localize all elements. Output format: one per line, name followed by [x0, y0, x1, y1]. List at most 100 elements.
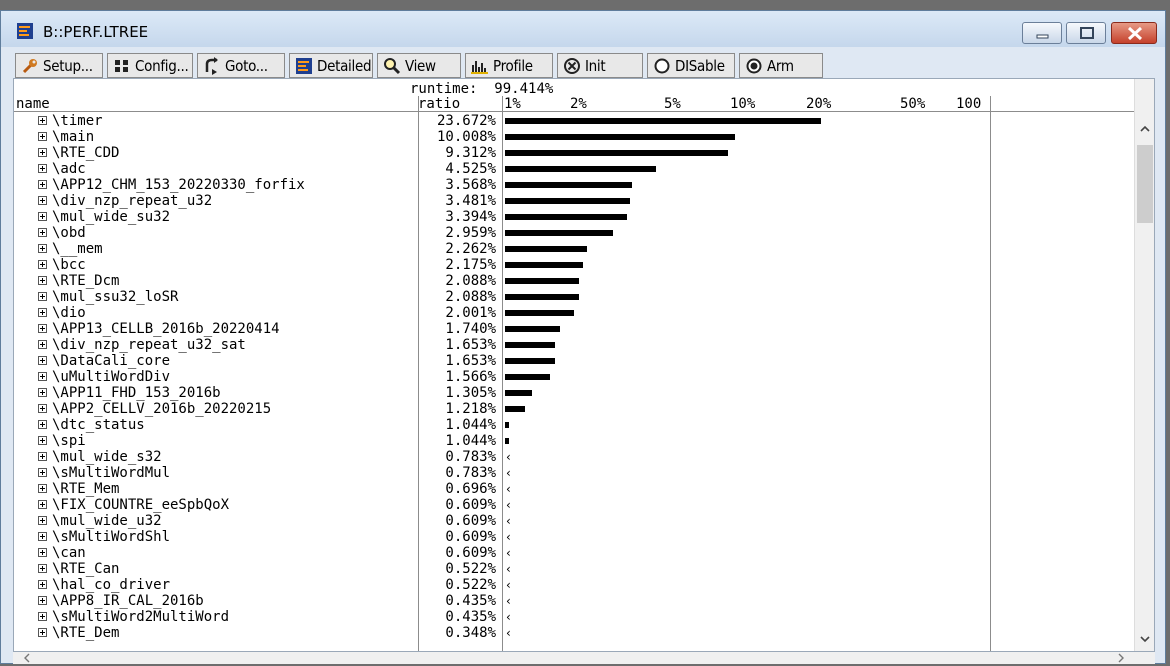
- function-row[interactable]: \APP11_FHD_153_2016b 1.305%: [14, 385, 1134, 401]
- horizontal-scrollbar[interactable]: [13, 652, 1155, 664]
- expand-plus-icon[interactable]: [38, 532, 47, 541]
- function-row[interactable]: \mul_wide_su32 3.394%: [14, 209, 1134, 225]
- ratio-bar: [505, 294, 579, 300]
- expand-plus-icon[interactable]: [38, 580, 47, 589]
- init-button[interactable]: Init: [557, 53, 643, 78]
- expand-plus-icon[interactable]: [38, 180, 47, 189]
- function-ratio: 10.008%: [436, 129, 496, 145]
- expand-plus-icon[interactable]: [38, 132, 47, 141]
- ratio-column-header[interactable]: ratio: [418, 96, 460, 112]
- function-ratio: 1.566%: [445, 369, 496, 385]
- expand-plus-icon[interactable]: [38, 612, 47, 621]
- function-row[interactable]: \mul_ssu32_loSR 2.088%: [14, 289, 1134, 305]
- expand-plus-icon[interactable]: [38, 164, 47, 173]
- expand-plus-icon[interactable]: [38, 212, 47, 221]
- function-row[interactable]: \obd 2.959%: [14, 225, 1134, 241]
- expand-plus-icon[interactable]: [38, 308, 47, 317]
- function-row[interactable]: \RTE_Can 0.522% ‹: [14, 561, 1134, 577]
- vertical-scroll-thumb[interactable]: [1137, 145, 1153, 223]
- function-ratio: 3.481%: [445, 193, 496, 209]
- expand-plus-icon[interactable]: [38, 388, 47, 397]
- expand-plus-icon[interactable]: [38, 596, 47, 605]
- ratio-bar: [505, 150, 728, 156]
- function-row[interactable]: \main 10.008%: [14, 129, 1134, 145]
- function-row[interactable]: \APP13_CELLB_2016b_20220414 1.740%: [14, 321, 1134, 337]
- function-row[interactable]: \bcc 2.175%: [14, 257, 1134, 273]
- ratio-bar: [505, 342, 556, 348]
- name-column-header[interactable]: name: [16, 96, 50, 112]
- expand-plus-icon[interactable]: [38, 260, 47, 269]
- function-row[interactable]: \__mem 2.262%: [14, 241, 1134, 257]
- expand-plus-icon[interactable]: [38, 196, 47, 205]
- function-row[interactable]: \timer 23.672%: [14, 113, 1134, 129]
- disable-button[interactable]: DISable: [647, 53, 735, 78]
- expand-plus-icon[interactable]: [38, 292, 47, 301]
- expand-plus-icon[interactable]: [38, 244, 47, 253]
- expand-plus-icon[interactable]: [38, 484, 47, 493]
- detailed-button[interactable]: Detailed: [289, 53, 373, 78]
- function-row[interactable]: \sMultiWord2MultiWord 0.435% ‹: [14, 609, 1134, 625]
- function-name: \div_nzp_repeat_u32_sat: [52, 337, 246, 353]
- arm-button[interactable]: Arm: [739, 53, 823, 78]
- function-row[interactable]: \div_nzp_repeat_u32_sat 1.653%: [14, 337, 1134, 353]
- function-row[interactable]: \uMultiWordDiv 1.566%: [14, 369, 1134, 385]
- ratio-bar: [505, 134, 736, 140]
- function-row[interactable]: \RTE_Mem 0.696% ‹: [14, 481, 1134, 497]
- function-row[interactable]: \div_nzp_repeat_u32 3.481%: [14, 193, 1134, 209]
- maximize-button[interactable]: [1066, 22, 1106, 44]
- profile-bars-icon: [471, 60, 488, 74]
- close-button[interactable]: [1111, 22, 1157, 44]
- function-name: \can: [52, 545, 86, 561]
- expand-plus-icon[interactable]: [38, 356, 47, 365]
- expand-plus-icon[interactable]: [38, 452, 47, 461]
- vertical-scrollbar[interactable]: [1134, 79, 1155, 651]
- expand-plus-icon[interactable]: [38, 548, 47, 557]
- function-row[interactable]: \APP8_IR_CAL_2016b 0.435% ‹: [14, 593, 1134, 609]
- config-button[interactable]: Config...: [107, 53, 193, 78]
- function-row[interactable]: \RTE_CDD 9.312%: [14, 145, 1134, 161]
- function-row[interactable]: \FIX_COUNTRE_eeSpbQoX 0.609% ‹: [14, 497, 1134, 513]
- function-row[interactable]: \hal_co_driver 0.522% ‹: [14, 577, 1134, 593]
- function-row[interactable]: \DataCali_core 1.653%: [14, 353, 1134, 369]
- expand-plus-icon[interactable]: [38, 116, 47, 125]
- function-row[interactable]: \adc 4.525%: [14, 161, 1134, 177]
- expand-plus-icon[interactable]: [38, 276, 47, 285]
- function-row[interactable]: \can 0.609% ‹: [14, 545, 1134, 561]
- function-row[interactable]: \dtc_status 1.044%: [14, 417, 1134, 433]
- function-row[interactable]: \RTE_Dcm 2.088%: [14, 273, 1134, 289]
- function-row[interactable]: \spi 1.044%: [14, 433, 1134, 449]
- scroll-right-icon[interactable]: [1113, 652, 1129, 664]
- expand-plus-icon[interactable]: [38, 404, 47, 413]
- ratio-bar: [505, 246, 587, 252]
- function-row[interactable]: \APP12_CHM_153_20220330_forfix 3.568%: [14, 177, 1134, 193]
- title-bar[interactable]: B::PERF.LTREE: [1, 11, 1165, 47]
- minimize-button[interactable]: [1022, 22, 1062, 44]
- scroll-up-icon[interactable]: [1135, 119, 1155, 139]
- function-row[interactable]: \RTE_Dem 0.348% ‹: [14, 625, 1134, 641]
- function-row[interactable]: \mul_wide_s32 0.783% ‹: [14, 449, 1134, 465]
- expand-plus-icon[interactable]: [38, 468, 47, 477]
- function-row[interactable]: \sMultiWordMul 0.783% ‹: [14, 465, 1134, 481]
- setup-button[interactable]: Setup...: [15, 53, 103, 78]
- scroll-down-icon[interactable]: [1135, 629, 1155, 649]
- expand-plus-icon[interactable]: [38, 500, 47, 509]
- function-row[interactable]: \sMultiWordShl 0.609% ‹: [14, 529, 1134, 545]
- expand-plus-icon[interactable]: [38, 516, 47, 525]
- expand-plus-icon[interactable]: [38, 436, 47, 445]
- goto-button[interactable]: Goto...: [197, 53, 285, 78]
- expand-plus-icon[interactable]: [38, 148, 47, 157]
- function-row[interactable]: \mul_wide_u32 0.609% ‹: [14, 513, 1134, 529]
- expand-plus-icon[interactable]: [38, 628, 47, 637]
- function-ratio: 0.435%: [445, 593, 496, 609]
- function-row[interactable]: \dio 2.001%: [14, 305, 1134, 321]
- expand-plus-icon[interactable]: [38, 324, 47, 333]
- expand-plus-icon[interactable]: [38, 372, 47, 381]
- function-row[interactable]: \APP2_CELLV_2016b_20220215 1.218%: [14, 401, 1134, 417]
- expand-plus-icon[interactable]: [38, 340, 47, 349]
- profile-button[interactable]: Profile: [465, 53, 553, 78]
- expand-plus-icon[interactable]: [38, 420, 47, 429]
- expand-plus-icon[interactable]: [38, 564, 47, 573]
- scroll-left-icon[interactable]: [19, 652, 35, 664]
- view-button[interactable]: View: [377, 53, 461, 78]
- expand-plus-icon[interactable]: [38, 228, 47, 237]
